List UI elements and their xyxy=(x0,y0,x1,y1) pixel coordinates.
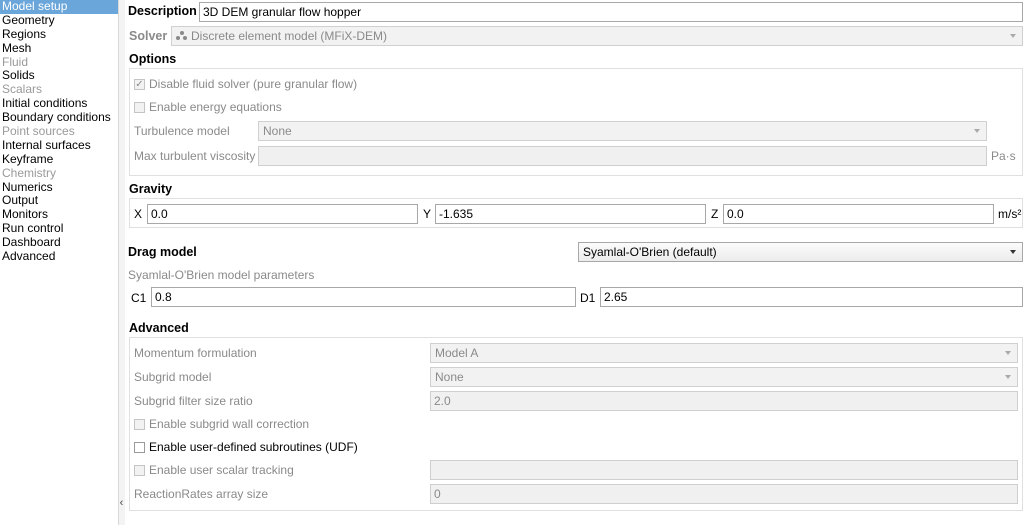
solver-combo: Discrete element model (MFiX-DEM) xyxy=(171,26,1023,46)
options-title: Options xyxy=(129,52,177,66)
sidebar-item-geometry[interactable]: Geometry xyxy=(0,13,118,28)
max-visc-unit: Pa·s xyxy=(991,149,1016,163)
sidebar-item-chemistry[interactable]: Chemistry xyxy=(0,166,118,181)
solver-value: Discrete element model (MFiX-DEM) xyxy=(191,29,388,43)
gravity-unit: m/s² xyxy=(998,207,1022,221)
energy-checkbox[interactable]: Enable energy equations xyxy=(134,100,282,114)
subgrid-combo: None xyxy=(430,367,1018,387)
sidebar-item-dashboard[interactable]: Dashboard xyxy=(0,235,118,250)
turbulence-combo: None xyxy=(258,121,987,141)
filter-ratio-label: Subgrid filter size ratio xyxy=(134,394,253,408)
gravity-y-label: Y xyxy=(423,207,432,221)
d1-input[interactable]: 2.65 xyxy=(600,287,1023,307)
sidebar-item-point-sources[interactable]: Point sources xyxy=(0,124,118,139)
drag-params-title: Syamlal-O'Brien model parameters xyxy=(128,268,315,282)
subgrid-label: Subgrid model xyxy=(134,370,212,384)
scalar-tracking-input xyxy=(430,460,1018,480)
turbulence-label: Turbulence model xyxy=(134,124,230,138)
sidebar-item-model-setup[interactable]: Model setup xyxy=(0,0,118,14)
disable-fluid-checkbox[interactable]: ✓ Disable fluid solver (pure granular flo… xyxy=(134,77,357,91)
collapse-arrow-icon[interactable]: ‹ xyxy=(118,497,125,509)
sidebar-item-monitors[interactable]: Monitors xyxy=(0,207,118,222)
energy-label: Enable energy equations xyxy=(149,100,282,114)
filter-ratio-input: 2.0 xyxy=(430,391,1018,411)
drag-model-title: Drag model xyxy=(128,245,197,259)
sidebar-item-run-control[interactable]: Run control xyxy=(0,221,118,236)
check-icon: ✓ xyxy=(134,78,145,90)
gravity-z-input[interactable]: 0.0 xyxy=(723,204,994,224)
sidebar-item-regions[interactable]: Regions xyxy=(0,27,118,42)
subgrid-value: None xyxy=(435,370,464,384)
max-visc-label: Max turbulent viscosity xyxy=(134,149,256,163)
reaction-rates-input: 0 xyxy=(430,484,1018,504)
chevron-down-icon xyxy=(1010,34,1016,38)
advanced-title: Advanced xyxy=(129,321,189,335)
momentum-combo: Model A xyxy=(430,343,1018,363)
wall-correction-checkbox: Enable subgrid wall correction xyxy=(134,417,309,431)
gravity-x-label: X xyxy=(134,207,143,221)
chevron-down-icon xyxy=(974,129,980,133)
udf-label: Enable user-defined subroutines (UDF) xyxy=(149,440,358,454)
sidebar-item-scalars[interactable]: Scalars xyxy=(0,82,118,97)
particles-icon xyxy=(176,31,187,41)
chevron-down-icon xyxy=(1005,375,1011,379)
udf-checkbox[interactable]: Enable user-defined subroutines (UDF) xyxy=(134,440,358,454)
chevron-down-icon xyxy=(1005,351,1011,355)
c1-label: C1 xyxy=(131,291,147,305)
sidebar-item-fluid[interactable]: Fluid xyxy=(0,55,118,70)
sidebar-item-solids[interactable]: Solids xyxy=(0,69,118,83)
turbulence-value: None xyxy=(263,124,292,138)
panel-splitter[interactable] xyxy=(118,0,125,525)
drag-model-value: Syamlal-O'Brien (default) xyxy=(583,245,717,259)
description-input[interactable]: 3D DEM granular flow hopper xyxy=(199,2,1023,22)
gravity-title: Gravity xyxy=(129,182,173,196)
sidebar-item-numerics[interactable]: Numerics xyxy=(0,180,118,195)
sidebar-item-internal-surfaces[interactable]: Internal surfaces xyxy=(0,138,118,153)
momentum-label: Momentum formulation xyxy=(134,346,257,360)
model-setup-panel: Description 3D DEM granular flow hopper … xyxy=(125,0,1024,525)
max-visc-input xyxy=(258,146,987,166)
description-label: Description xyxy=(128,4,197,18)
sidebar-item-output[interactable]: Output xyxy=(0,194,118,208)
disable-fluid-label: Disable fluid solver (pure granular flow… xyxy=(149,77,358,91)
solver-label: Solver xyxy=(129,29,168,43)
momentum-value: Model A xyxy=(435,346,479,360)
drag-model-combo[interactable]: Syamlal-O'Brien (default) xyxy=(578,242,1023,262)
c1-input[interactable]: 0.8 xyxy=(151,287,576,307)
scalar-tracking-label: Enable user scalar tracking xyxy=(149,463,294,477)
gravity-x-input[interactable]: 0.0 xyxy=(147,204,418,224)
sidebar-item-mesh[interactable]: Mesh xyxy=(0,41,118,56)
sidebar-item-keyframe[interactable]: Keyframe xyxy=(0,152,118,167)
sidebar-item-boundary-conditions[interactable]: Boundary conditions xyxy=(0,110,118,125)
chevron-down-icon xyxy=(1010,250,1016,254)
wall-correction-label: Enable subgrid wall correction xyxy=(149,417,310,431)
reaction-rates-label: ReactionRates array size xyxy=(134,487,269,501)
gravity-z-label: Z xyxy=(711,207,719,221)
d1-label: D1 xyxy=(580,291,596,305)
model-tree: Model setup Geometry Regions Mesh Fluid Solid… xyxy=(0,0,118,525)
sidebar-item-initial-conditions[interactable]: Initial conditions xyxy=(0,96,118,111)
sidebar-item-advanced[interactable]: Advanced xyxy=(0,249,118,264)
scalar-tracking-checkbox: Enable user scalar tracking xyxy=(134,463,294,477)
gravity-y-input[interactable]: -1.635 xyxy=(435,204,706,224)
